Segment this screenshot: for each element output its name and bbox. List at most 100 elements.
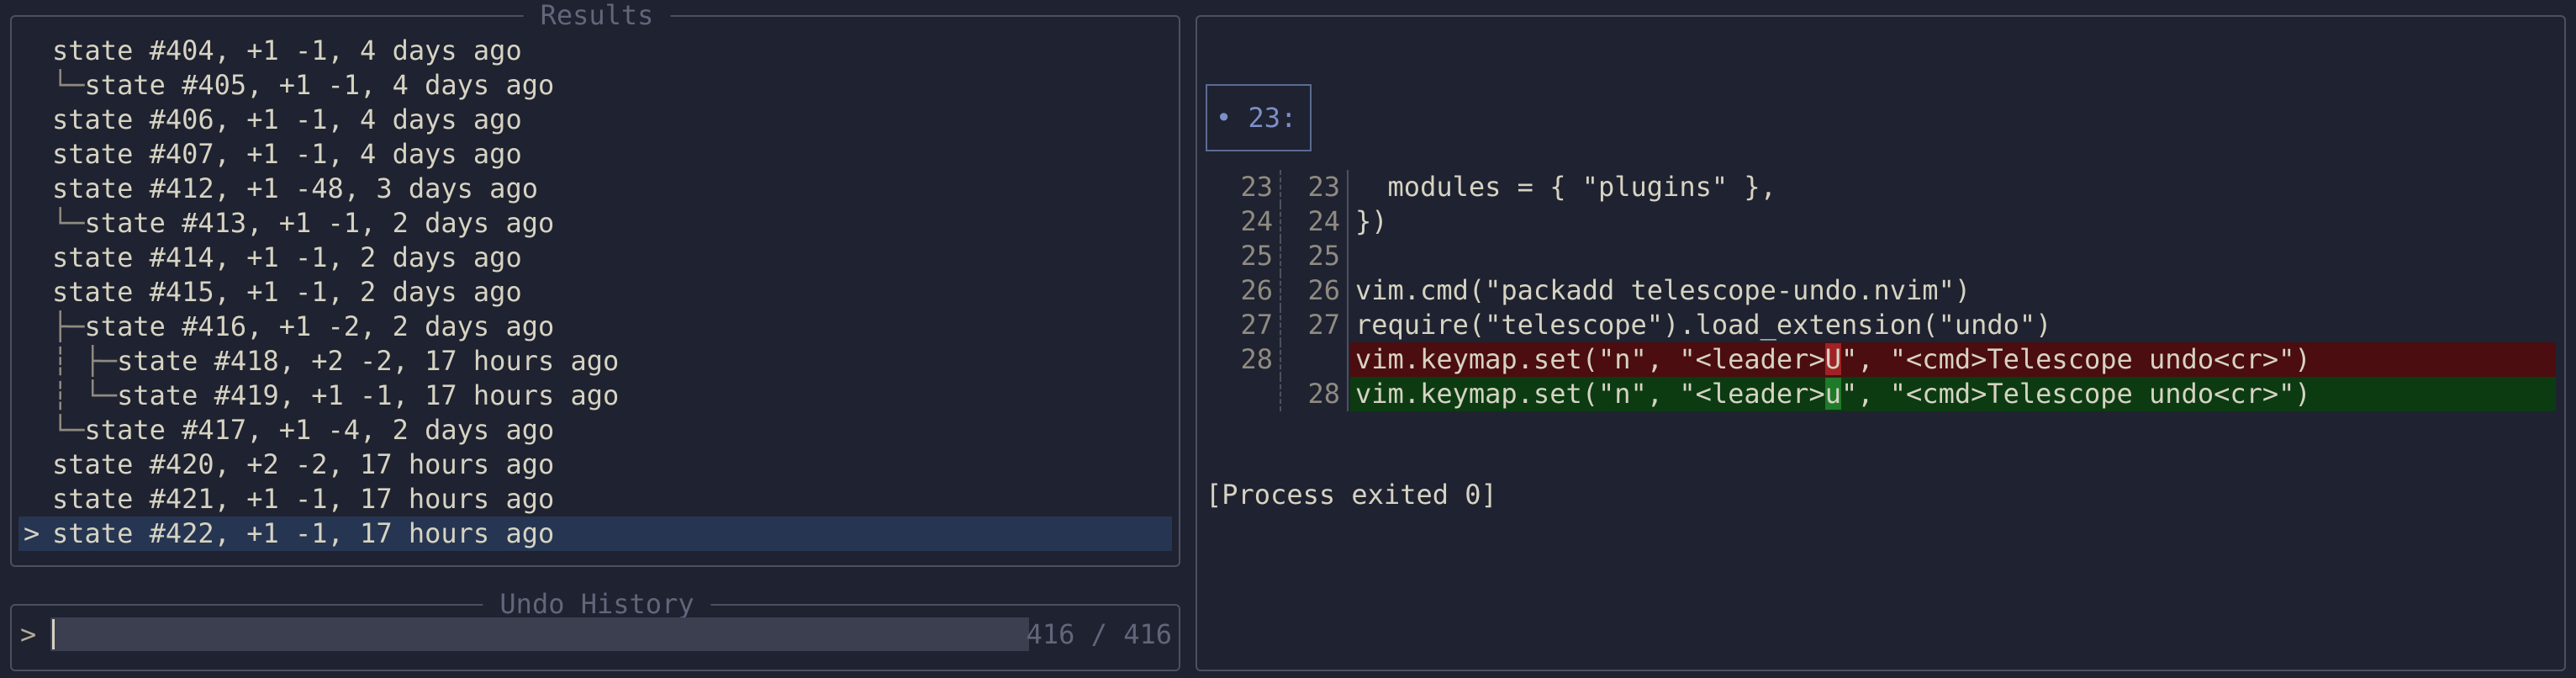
old-line-number: 27 xyxy=(1240,309,1273,341)
diff-line: 26 26 vim.cmd("packadd telescope-undo.nvim… xyxy=(1206,273,2556,308)
list-item[interactable]: state #407, +1 -1, 4 days ago xyxy=(18,137,1172,172)
diff-line: 24 24}) xyxy=(1206,204,2556,239)
code-line: vim.keymap.set("n", "<leader>u", "<cmd>T… xyxy=(1350,377,2556,411)
code-line: }) xyxy=(1350,204,2556,239)
list-item[interactable]: state #406, +1 -1, 4 days ago xyxy=(18,103,1172,137)
list-item[interactable]: state #415, +1 -1, 2 days ago xyxy=(18,275,1172,310)
search-input[interactable] xyxy=(50,617,1029,651)
prompt-caret-icon: > xyxy=(20,618,37,650)
line-separator xyxy=(1280,170,1281,204)
diff-line: 28 vim.keymap.set("n", "<leader>U", "<cmd… xyxy=(1206,342,2556,377)
results-list: state #404, +1 -1, 4 days ago └─state #40… xyxy=(18,34,1172,551)
line-separator xyxy=(1347,308,1349,342)
selection-caret: > xyxy=(24,517,40,549)
line-separator xyxy=(1280,204,1281,239)
code-text: ", "<cmd>Telescope undo<cr>") xyxy=(1840,378,2311,410)
list-item-label: state #415, +1 -1, 2 days ago xyxy=(52,276,522,308)
code-line: vim.cmd("packadd telescope-undo.nvim") xyxy=(1350,273,2556,308)
tree-connector: ┆ ├─ xyxy=(52,345,118,377)
list-item[interactable]: state #412, +1 -48, 3 days ago xyxy=(18,172,1172,206)
list-item-label: state #405, +1 -1, 4 days ago xyxy=(84,69,555,101)
list-item[interactable]: state #404, +1 -1, 4 days ago xyxy=(18,34,1172,68)
line-separator xyxy=(1280,239,1281,273)
diff-line: 28 vim.keymap.set("n", "<leader>u", "<cmd… xyxy=(1206,377,2556,411)
code-text: ", "<cmd>Telescope undo<cr>") xyxy=(1840,343,2311,375)
code-text: vim.keymap.set("n", "<leader> xyxy=(1355,378,1825,410)
diff-line: 23 23 modules = { "plugins" }, xyxy=(1206,170,2556,204)
code-text: modules = { "plugins" }, xyxy=(1355,171,1776,203)
line-separator xyxy=(1347,204,1349,239)
changed-char: U xyxy=(1824,343,1841,375)
list-item-label: state #419, +1 -1, 17 hours ago xyxy=(117,379,620,411)
prompt-title: Undo History xyxy=(483,587,711,621)
line-separator xyxy=(1280,273,1281,308)
text-cursor xyxy=(52,619,55,649)
list-item[interactable]: └─state #405, +1 -1, 4 days ago xyxy=(18,68,1172,103)
tree-connector: └─ xyxy=(52,207,85,239)
tree-connector: └─ xyxy=(52,414,85,446)
tree-connector: ┆ └─ xyxy=(52,379,118,411)
list-item[interactable]: ├─state #416, +1 -2, 2 days ago xyxy=(18,310,1172,344)
code-line: modules = { "plugins" }, xyxy=(1350,170,2556,204)
new-line-number: 28 xyxy=(1307,378,1340,410)
list-item-label: state #417, +1 -4, 2 days ago xyxy=(84,414,555,446)
hunk-header: • 23: xyxy=(1206,84,1312,151)
old-line-number: 24 xyxy=(1240,205,1273,237)
old-line-number: 28 xyxy=(1240,343,1273,375)
line-separator xyxy=(1347,170,1349,204)
line-separator xyxy=(1280,342,1281,377)
list-item[interactable]: ┆ └─state #419, +1 -1, 17 hours ago xyxy=(18,379,1172,413)
new-line-number: 25 xyxy=(1307,240,1340,272)
list-item[interactable]: state #420, +2 -2, 17 hours ago xyxy=(18,448,1172,482)
new-line-number: 23 xyxy=(1307,171,1340,203)
list-item[interactable]: └─state #417, +1 -4, 2 days ago xyxy=(18,413,1172,448)
diff-line: 25 25 xyxy=(1206,239,2556,273)
line-separator xyxy=(1347,239,1349,273)
hunk-label: 23: xyxy=(1248,102,1297,134)
code-text: vim.keymap.set("n", "<leader> xyxy=(1355,343,1825,375)
list-item-label: state #414, +1 -1, 2 days ago xyxy=(52,241,522,273)
old-line-number: 26 xyxy=(1240,274,1273,306)
list-item-label: state #416, +1 -2, 2 days ago xyxy=(84,310,555,342)
code-text: require("telescope").load_extension("und… xyxy=(1355,309,2052,341)
list-item-label: state #422, +1 -1, 17 hours ago xyxy=(52,517,555,549)
list-item[interactable]: └─state #413, +1 -1, 2 days ago xyxy=(18,206,1172,241)
changed-char: u xyxy=(1824,378,1841,410)
diff-line: 27 27 require("telescope").load_extension(… xyxy=(1206,308,2556,342)
list-item-label: state #412, +1 -48, 3 days ago xyxy=(52,172,538,204)
list-item-label: state #418, +2 -2, 17 hours ago xyxy=(117,345,620,377)
results-panel: Results state #404, +1 -1, 4 days ago └─s… xyxy=(10,0,1180,567)
list-item-label: state #406, +1 -1, 4 days ago xyxy=(52,103,522,135)
list-item-label: state #407, +1 -1, 4 days ago xyxy=(52,138,522,170)
preview-panel: • 23: 23 23 modules = { "plugins" }, 24 24}… xyxy=(1196,15,2566,671)
list-item[interactable]: > state #422, +1 -1, 17 hours ago xyxy=(18,516,1172,551)
code-text: }) xyxy=(1355,205,1388,237)
code-text: vim.cmd("packadd telescope-undo.nvim") xyxy=(1355,274,1972,306)
old-line-number: 23 xyxy=(1240,171,1273,203)
line-separator xyxy=(1280,308,1281,342)
new-line-number: 24 xyxy=(1307,205,1340,237)
tree-connector: ├─ xyxy=(52,310,85,342)
line-separator xyxy=(1347,377,1349,411)
hunk-bullet-icon: • xyxy=(1216,102,1233,134)
results-title: Results xyxy=(523,0,671,32)
line-separator xyxy=(1347,273,1349,308)
list-item[interactable]: state #421, +1 -1, 17 hours ago xyxy=(18,482,1172,516)
list-item[interactable]: state #414, +1 -1, 2 days ago xyxy=(18,241,1172,275)
line-separator xyxy=(1280,377,1281,411)
list-item-label: state #420, +2 -2, 17 hours ago xyxy=(52,448,555,480)
new-line-number: 26 xyxy=(1307,274,1340,306)
list-item-label: state #413, +1 -1, 2 days ago xyxy=(84,207,555,239)
tree-connector: └─ xyxy=(52,69,85,101)
list-item-label: state #404, +1 -1, 4 days ago xyxy=(52,34,522,66)
process-status: [Process exited 0] xyxy=(1206,479,1497,511)
result-count: 416 / 416 xyxy=(1026,618,1172,650)
code-line: require("telescope").load_extension("und… xyxy=(1350,308,2556,342)
diff-view: 23 23 modules = { "plugins" }, 24 24}) 25 25 2… xyxy=(1206,170,2556,411)
line-separator xyxy=(1347,342,1349,377)
new-line-number: 27 xyxy=(1307,309,1340,341)
prompt-panel: Undo History > 416 / 416 xyxy=(10,587,1180,671)
code-line: vim.keymap.set("n", "<leader>U", "<cmd>T… xyxy=(1350,342,2556,377)
list-item[interactable]: ┆ ├─state #418, +2 -2, 17 hours ago xyxy=(18,344,1172,379)
old-line-number: 25 xyxy=(1240,240,1273,272)
